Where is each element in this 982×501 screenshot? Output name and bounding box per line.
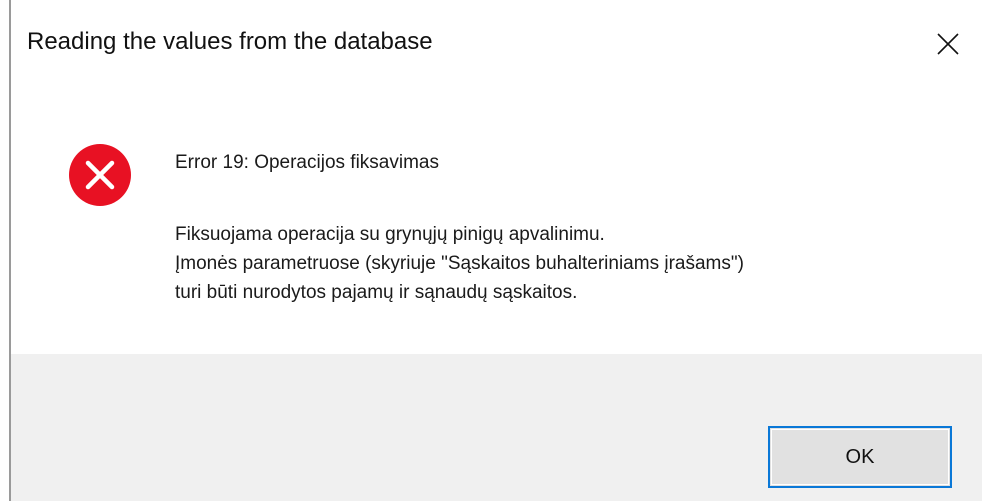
button-bar: OK bbox=[11, 354, 982, 501]
title-bar[interactable]: Reading the values from the database bbox=[11, 0, 982, 92]
message-line: Įmonės parametruose (skyriuje "Sąskaitos… bbox=[175, 253, 744, 274]
error-message: Fiksuojama operacija su grynųjų pinigų a… bbox=[175, 220, 744, 307]
dialog-title: Reading the values from the database bbox=[27, 28, 433, 55]
message-line: turi būti nurodytos pajamų ir sąnaudų są… bbox=[175, 282, 578, 303]
ok-button[interactable]: OK bbox=[768, 426, 952, 488]
error-icon bbox=[68, 143, 132, 207]
close-icon bbox=[936, 32, 960, 56]
close-button[interactable] bbox=[924, 22, 972, 66]
error-heading: Error 19: Operacijos fiksavimas bbox=[175, 152, 439, 173]
message-line: Fiksuojama operacija su grynųjų pinigų a… bbox=[175, 224, 605, 245]
message-dialog: Reading the values from the database Err… bbox=[0, 0, 982, 501]
dialog-content: Error 19: Operacijos fiksavimas Fiksuoja… bbox=[11, 92, 982, 354]
